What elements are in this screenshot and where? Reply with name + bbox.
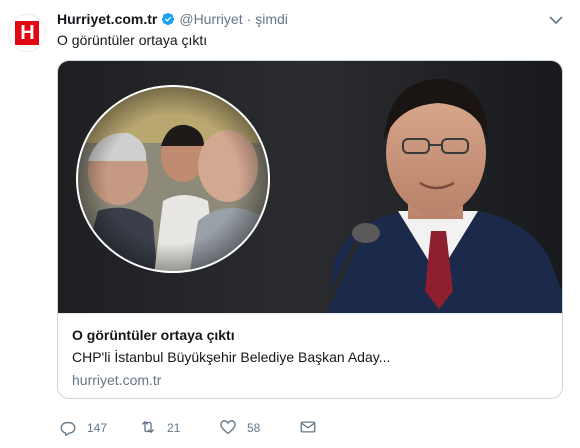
author-name[interactable]: Hurriyet.com.tr <box>57 10 157 28</box>
hurriyet-logo: H <box>15 21 39 45</box>
retweet-icon <box>139 418 157 439</box>
chevron-down-icon[interactable] <box>548 12 564 28</box>
card-body[interactable]: O görüntüler ortaya çıktı CHP'li İstanbu… <box>58 313 562 398</box>
tweet-header: Hurriyet.com.tr @Hurriyet · şimdi <box>57 10 288 28</box>
reply-button[interactable]: 147 <box>59 418 107 438</box>
retweet-button[interactable]: 21 <box>139 418 180 438</box>
card-title[interactable]: O görüntüler ortaya çıktı <box>72 326 235 344</box>
card-image[interactable] <box>58 61 562 315</box>
reply-count: 147 <box>87 421 108 435</box>
separator-dot: · <box>246 11 252 27</box>
envelope-icon <box>299 418 317 439</box>
author-handle[interactable]: @Hurriyet <box>179 10 242 28</box>
tweet-actions: 147 21 58 <box>57 418 557 438</box>
link-preview-card[interactable]: O görüntüler ortaya çıktı CHP'li İstanbu… <box>57 60 563 399</box>
verified-badge-icon <box>161 12 175 26</box>
card-photo <box>58 61 562 315</box>
like-count: 58 <box>247 421 261 435</box>
avatar[interactable]: H <box>8 14 46 52</box>
reply-icon <box>59 418 77 439</box>
tweet[interactable]: H Hurriyet.com.tr @Hurriyet · şimdi O gö… <box>0 0 580 448</box>
card-domain: hurriyet.com.tr <box>72 372 162 388</box>
heart-icon <box>219 418 237 439</box>
tweet-timestamp[interactable]: şimdi <box>255 10 288 28</box>
tweet-text: O görüntüler ortaya çıktı <box>57 32 208 48</box>
retweet-count: 21 <box>167 421 181 435</box>
direct-message-button[interactable] <box>299 418 317 438</box>
like-button[interactable]: 58 <box>219 418 260 438</box>
card-description: CHP'li İstanbul Büyükşehir Belediye Başk… <box>72 349 391 365</box>
